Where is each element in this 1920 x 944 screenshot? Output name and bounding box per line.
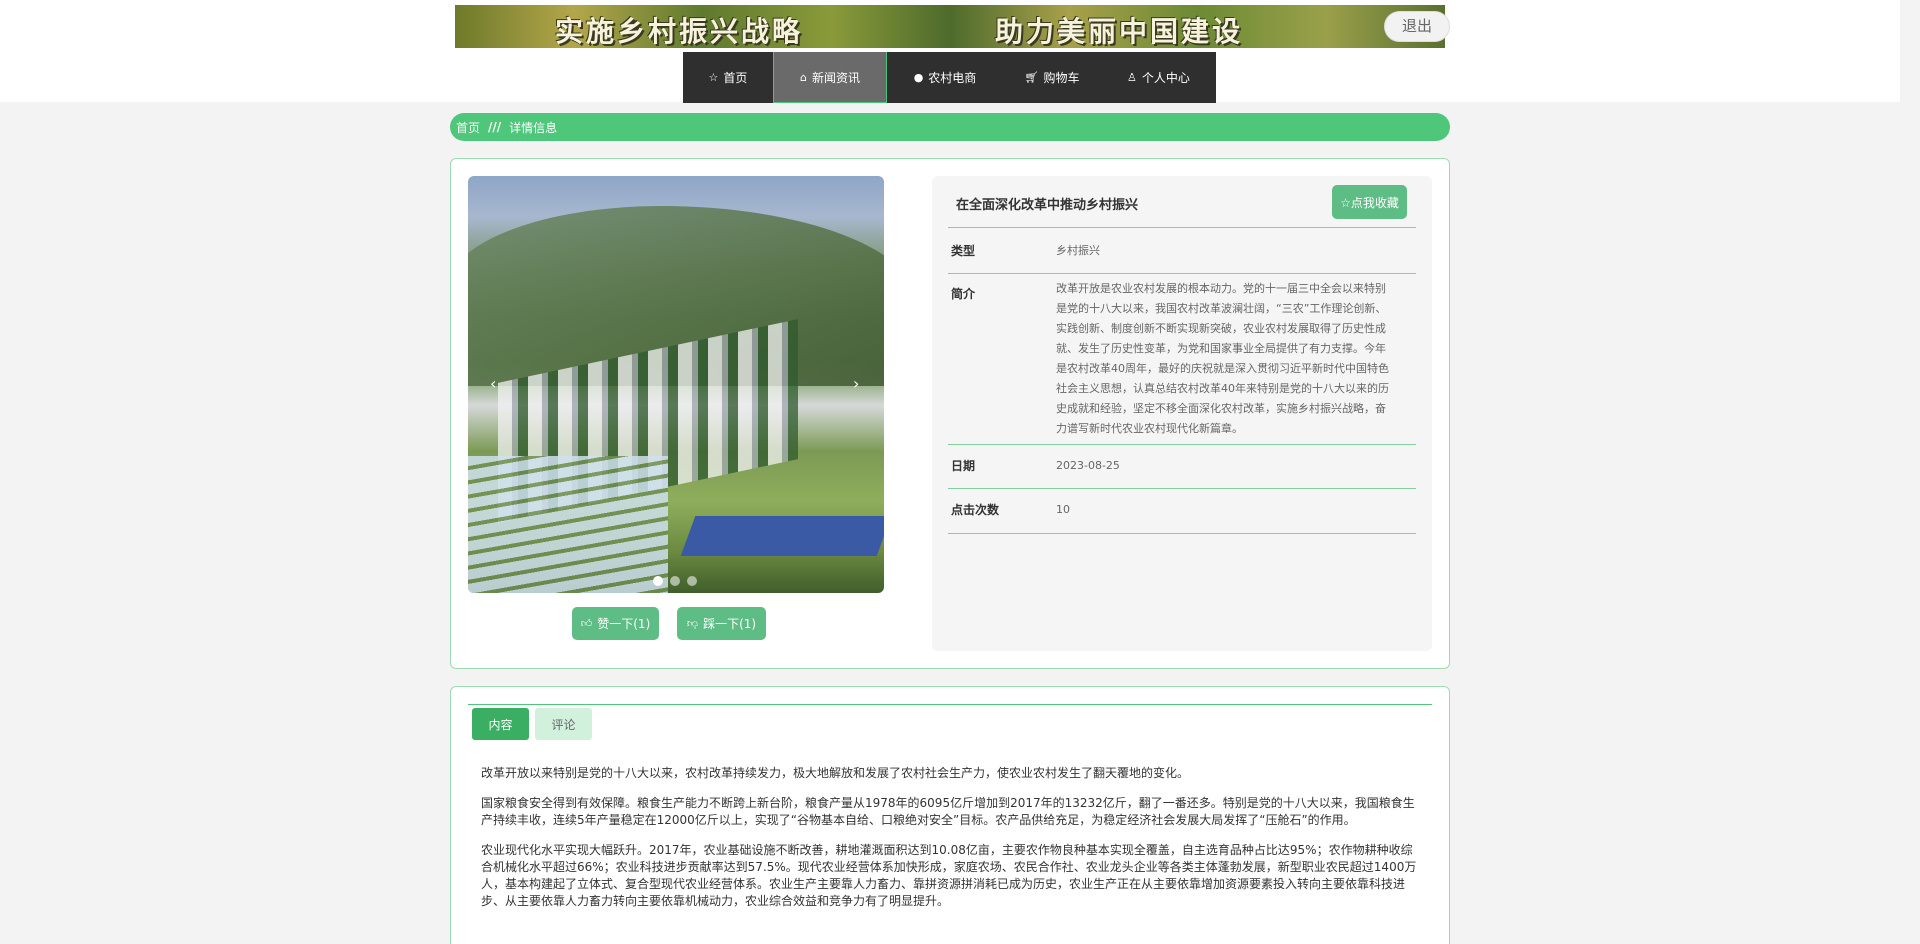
info-row-date: 日期 2023-08-25	[948, 445, 1416, 489]
site-banner: 实施乡村振兴战略 助力美丽中国建设	[455, 5, 1445, 48]
article-body: 改革开放以来特别是党的十八大以来，农村改革持续发力，极大地解放和发展了农村社会生…	[481, 765, 1421, 923]
main-nav: ☆ 首页 ⌂ 新闻资讯 ● 农村电商 🛒︎ 购物车 ♙ 个人中心	[683, 52, 1216, 103]
star-icon: ☆	[708, 71, 719, 84]
info-row-clicks: 点击次数 10	[948, 489, 1416, 534]
carousel-dot[interactable]	[687, 576, 697, 586]
date-value: 2023-08-25	[1056, 459, 1120, 472]
thumbs-down-icon: 👎︎	[686, 617, 699, 630]
info-row-type: 类型 乡村振兴	[948, 229, 1416, 274]
dislike-button[interactable]: 👎︎ 踩一下(1)	[677, 607, 766, 640]
cart-icon: 🛒︎	[1024, 71, 1039, 84]
intro-value: 改革开放是农业农村发展的根本动力。党的十一届三中全会以来特别是党的十八大以来，我…	[1056, 282, 1389, 435]
nav-item-label: 个人中心	[1141, 71, 1190, 85]
carousel-dot[interactable]	[670, 576, 680, 586]
info-header: 在全面深化改革中推动乡村振兴 ☆点我收藏	[948, 176, 1416, 228]
carousel-prev-arrow-icon[interactable]: ‹	[490, 374, 496, 393]
tab-comments[interactable]: 评论	[535, 708, 592, 740]
article-paragraph: 国家粮食安全得到有效保障。粮食生产能力不断跨上新台阶，粮食产量从1978年的60…	[481, 796, 1415, 827]
type-label: 类型	[951, 244, 976, 258]
type-value: 乡村振兴	[1056, 244, 1100, 257]
banner-slogan-left: 实施乡村振兴战略	[555, 15, 804, 48]
carousel-dot[interactable]	[653, 576, 663, 586]
thumbs-up-icon: 👍︎	[580, 617, 593, 630]
like-button-label: 赞一下(1)	[597, 617, 651, 631]
info-circle-icon: ●	[913, 71, 924, 84]
tab-content[interactable]: 内容	[472, 708, 529, 740]
article-title: 在全面深化改革中推动乡村振兴	[956, 198, 1139, 213]
nav-item-label: 农村电商	[928, 71, 977, 85]
tab-divider	[468, 704, 1432, 705]
dislike-button-label: 踩一下(1)	[703, 617, 757, 631]
detail-panel: ‹ › 👍︎ 赞一下(1) 👎︎ 踩一下(1) 在全面深化改革中推动乡村振兴 ☆…	[450, 158, 1450, 669]
info-card: 在全面深化改革中推动乡村振兴 ☆点我收藏 类型 乡村振兴 简介 改革开放是农业农…	[932, 176, 1432, 651]
article-paragraph: 改革开放以来特别是党的十八大以来，农村改革持续发力，极大地解放和发展了农村社会生…	[481, 766, 1190, 780]
carousel-image-roof	[680, 516, 884, 556]
home-icon: ⌂	[800, 70, 807, 84]
nav-item-label: 新闻资讯	[811, 70, 860, 85]
nav-item-cart[interactable]: 🛒︎ 购物车	[1003, 52, 1101, 103]
content-panel: 内容 评论 改革开放以来特别是党的十八大以来，农村改革持续发力，极大地解放和发展…	[450, 686, 1450, 944]
info-row-intro: 简介 改革开放是农业农村发展的根本动力。党的十一届三中全会以来特别是党的十八大以…	[948, 274, 1416, 445]
like-button[interactable]: 👍︎ 赞一下(1)	[572, 607, 659, 640]
carousel-next-arrow-icon[interactable]: ›	[853, 374, 859, 393]
clicks-value: 10	[1056, 503, 1070, 516]
article-paragraph: 农业现代化水平实现大幅跃升。2017年，农业基础设施不断改善，耕地灌溉面积达到1…	[481, 843, 1417, 908]
date-label: 日期	[951, 459, 976, 473]
breadcrumb-separator: ///	[488, 120, 502, 134]
carousel-indicators	[653, 576, 697, 586]
nav-item-profile[interactable]: ♙ 个人中心	[1101, 52, 1216, 103]
intro-label: 简介	[951, 287, 976, 301]
carousel-image-fields	[468, 456, 668, 593]
user-icon: ♙	[1127, 71, 1137, 84]
breadcrumb-home-link[interactable]: 首页	[456, 119, 480, 136]
favorite-button[interactable]: ☆点我收藏	[1332, 185, 1407, 219]
nav-item-label: 首页	[723, 71, 748, 85]
nav-item-news[interactable]: ⌂ 新闻资讯	[773, 52, 887, 103]
nav-item-home[interactable]: ☆ 首页	[683, 52, 773, 103]
nav-item-label: 购物车	[1043, 71, 1080, 85]
banner-slogan-right: 助力美丽中国建设	[995, 15, 1244, 48]
logout-button[interactable]: 退出	[1384, 11, 1450, 42]
nav-item-ecommerce[interactable]: ● 农村电商	[887, 52, 1003, 103]
breadcrumb: 首页 /// 详情信息	[450, 113, 1450, 141]
clicks-label: 点击次数	[951, 503, 1000, 517]
image-carousel[interactable]: ‹ ›	[468, 176, 884, 593]
breadcrumb-current: 详情信息	[509, 120, 558, 135]
